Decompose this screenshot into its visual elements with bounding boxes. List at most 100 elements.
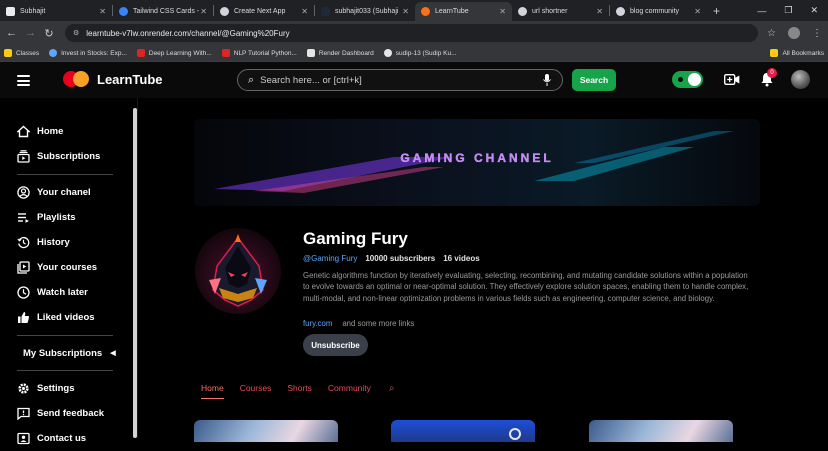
reload-icon[interactable]: ↻ (44, 27, 54, 40)
forward-icon[interactable]: → (25, 27, 36, 39)
address-bar: ← → ↻ ⚙ learntube-v7lw.onrender.com/chan… (0, 21, 828, 45)
sidebar-item-liked-videos[interactable]: Liked videos (0, 305, 137, 330)
tab-community[interactable]: Community (328, 383, 371, 399)
channel-links: fury.com and some more links (303, 319, 414, 328)
sidebar-item-history[interactable]: History (0, 230, 137, 255)
channel-name: Gaming Fury (303, 229, 408, 248)
close-tab-icon[interactable]: ✕ (499, 7, 506, 16)
bookmark-item[interactable]: Deep Learning With... (136, 49, 212, 57)
sidebar-item-subscriptions[interactable]: Subscriptions (0, 144, 137, 169)
tab-favicon-icon (119, 7, 128, 16)
channel-avatar (195, 228, 281, 314)
profile-icon[interactable] (788, 27, 800, 39)
channel-handle[interactable]: @Gaming Fury (303, 254, 357, 263)
add-video-icon[interactable] (724, 74, 740, 85)
gear-icon (18, 383, 29, 394)
video-thumbnail[interactable] (194, 420, 338, 442)
browser-tab[interactable]: Subhajit ✕ (0, 2, 112, 21)
sidebar-item-watch-later[interactable]: Watch later (0, 280, 137, 305)
tab-favicon-icon (321, 7, 330, 16)
banner-title: GAMING CHANNEL (400, 151, 553, 165)
more-links[interactable]: and some more links (342, 319, 414, 328)
close-tab-icon[interactable]: ✕ (99, 7, 106, 16)
youtube-icon (136, 49, 145, 57)
account-icon (17, 186, 30, 199)
clock-icon (17, 286, 30, 299)
sidebar-item-home[interactable]: Home (0, 119, 137, 144)
subscriptions-icon (17, 150, 30, 163)
bookmark-item[interactable]: sudip-13 (Sudip Ku... (383, 49, 457, 57)
sidebar-divider (17, 335, 113, 336)
tab-home[interactable]: Home (201, 383, 224, 399)
channel-search-icon[interactable]: ⌕ (389, 383, 395, 399)
hooded-gamer-logo (209, 234, 267, 307)
close-tab-icon[interactable]: ✕ (402, 7, 409, 16)
tab-favicon-icon (518, 7, 527, 16)
channel-meta: @Gaming Fury 10000 subscribers 16 videos (303, 254, 480, 263)
github-icon (383, 49, 392, 57)
sidebar-item-your-courses[interactable]: Your courses (0, 255, 137, 280)
my-subscriptions-toggle[interactable]: My Subscriptions ◀ (0, 341, 137, 365)
all-bookmarks[interactable]: All Bookmarks (770, 49, 824, 57)
avatar[interactable] (791, 70, 810, 89)
search-input[interactable]: ⌕ Search here... or [ctrl+k] (237, 69, 563, 91)
tab-courses[interactable]: Courses (240, 383, 272, 399)
search-button[interactable]: Search (572, 69, 616, 91)
close-tab-icon[interactable]: ✕ (301, 7, 308, 16)
tab-shorts[interactable]: Shorts (287, 383, 312, 399)
history-icon (17, 236, 30, 249)
channel-tabs: Home Courses Shorts Community ⌕ (201, 383, 395, 399)
sidebar-divider (17, 370, 113, 371)
menu-icon[interactable]: ⋮ (812, 28, 822, 39)
browser-tab-strip: Subhajit ✕ Tailwind CSS Cards - ✕ Create… (0, 0, 828, 21)
video-thumbnail[interactable] (589, 420, 733, 442)
browser-tab[interactable]: subhajit033 (Subhaji ✕ (315, 2, 415, 21)
subscriber-count: 10000 subscribers (365, 254, 436, 263)
render-icon (306, 49, 315, 57)
sidebar-item-playlists[interactable]: Playlists (0, 205, 137, 230)
youtube-icon (221, 49, 230, 57)
theme-toggle[interactable] (672, 71, 703, 88)
tab-favicon-icon (220, 7, 229, 16)
sidebar-divider (17, 174, 113, 175)
back-icon[interactable]: ← (6, 27, 17, 39)
browser-tab-active[interactable]: LearnTube ✕ (415, 2, 512, 21)
sidebar-scrollbar[interactable] (133, 108, 137, 438)
video-thumbnail[interactable] (391, 420, 535, 442)
close-window-icon[interactable]: ✕ (810, 5, 818, 16)
bookmark-star-icon[interactable]: ☆ (767, 28, 776, 39)
bookmark-favicon-icon (49, 49, 58, 57)
hamburger-menu-icon[interactable] (17, 75, 30, 89)
bookmark-item[interactable]: Classes (4, 49, 39, 57)
channel-description: Genetic algorithms function by iterative… (303, 271, 749, 303)
browser-tab[interactable]: Create Next App ✕ (214, 2, 314, 21)
bookmark-item[interactable]: Render Dashboard (306, 49, 374, 57)
unsubscribe-button[interactable]: Unsubscribe (303, 334, 368, 356)
sidebar-item-send-feedback[interactable]: Send feedback (0, 401, 137, 426)
site-info-icon[interactable]: ⚙ (73, 29, 79, 37)
sidebar-item-contact-us[interactable]: Contact us (0, 426, 137, 451)
sidebar-item-your-chanel[interactable]: Your chanel (0, 180, 137, 205)
browser-tab[interactable]: url shortner ✕ (512, 2, 609, 21)
microphone-icon[interactable] (542, 74, 552, 86)
browser-tab[interactable]: blog community ✕ (610, 2, 707, 21)
url-field[interactable]: ⚙ learntube-v7lw.onrender.com/channel/@G… (65, 24, 759, 42)
browser-tab[interactable]: Tailwind CSS Cards - ✕ (113, 2, 213, 21)
window-controls: — ❐ ✕ (757, 0, 828, 21)
banner-art: GAMING CHANNEL (214, 131, 734, 193)
close-tab-icon[interactable]: ✕ (694, 7, 701, 16)
channel-link[interactable]: fury.com (303, 319, 332, 328)
tab-favicon-icon (616, 7, 625, 16)
bookmark-item[interactable]: Invest in Stocks: Exp... (49, 49, 127, 57)
bookmark-item[interactable]: NLP Tutorial Python... (221, 49, 297, 57)
logo[interactable]: LearnTube (63, 70, 163, 88)
new-tab-icon[interactable]: + (713, 4, 720, 18)
sidebar-item-settings[interactable]: Settings (0, 376, 137, 401)
channel-page: GAMING CHANNEL Gaming Fury @Gaming Fury … (139, 98, 828, 442)
playlist-icon (18, 213, 29, 223)
minimize-icon[interactable]: — (757, 6, 766, 16)
notification-badge: 0 (767, 68, 777, 78)
restore-icon[interactable]: ❐ (784, 5, 792, 16)
close-tab-icon[interactable]: ✕ (596, 7, 603, 16)
close-tab-icon[interactable]: ✕ (200, 7, 207, 16)
